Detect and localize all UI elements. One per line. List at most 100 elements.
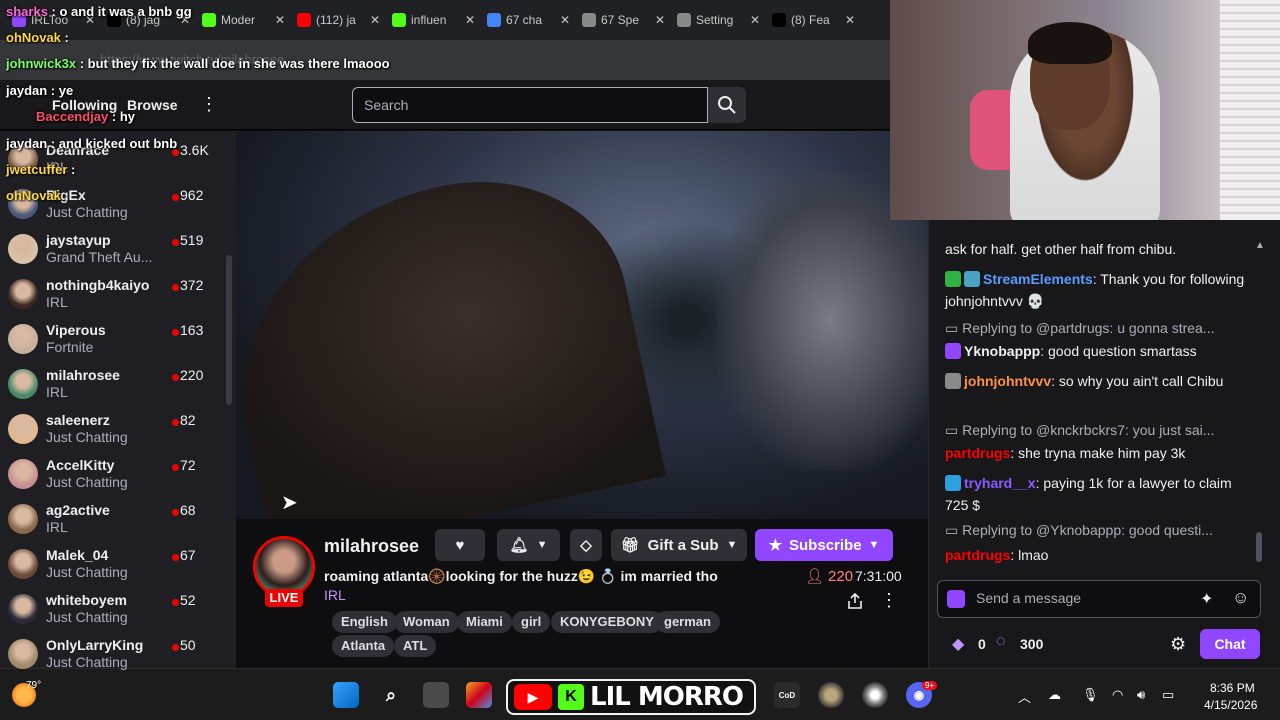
channel-points-icon[interactable]: ◌: [996, 633, 1006, 651]
chat-username[interactable]: StreamElements: [983, 271, 1093, 287]
emote-picker-icon[interactable]: ☺: [1232, 588, 1249, 608]
browser-tab[interactable]: influen ✕: [386, 4, 481, 36]
chat-username[interactable]: partdrugs: [945, 445, 1010, 461]
chat-scroll-up-icon[interactable]: ▲: [1255, 240, 1265, 251]
overlay-chat-user: jaydan: [6, 136, 48, 151]
subscribe-label: Subscribe: [789, 536, 862, 554]
browser-tab[interactable]: 67 cha ✕: [481, 4, 576, 36]
browser-tab[interactable]: (8) Fea ✕: [766, 4, 861, 36]
sidebar-channel-item[interactable]: Malek_04 Just Chatting 67: [0, 544, 224, 589]
close-icon[interactable]: ✕: [560, 13, 570, 27]
volume-icon[interactable]: 🔊︎: [1137, 687, 1145, 703]
sidebar-channel-item[interactable]: AccelKitty Just Chatting 72: [0, 454, 224, 499]
stream-tag[interactable]: English: [332, 611, 397, 633]
chat-username[interactable]: johnjohntvvv: [964, 373, 1051, 389]
task-view-icon[interactable]: [423, 682, 449, 708]
share-icon[interactable]: [846, 592, 864, 613]
chat-username[interactable]: Yknobappp: [964, 343, 1040, 359]
sidebar-channel-item[interactable]: milahrosee IRL 220: [0, 364, 224, 409]
lil-morro-text: LIL MORRO: [590, 682, 744, 712]
more-options-icon[interactable]: ⋮: [880, 590, 898, 611]
chat-reply-header[interactable]: ▭ Replying to @knckrbckrs7: you just sai…: [945, 422, 1245, 439]
battery-icon[interactable]: ▭: [1162, 687, 1174, 703]
live-badge: LIVE: [265, 589, 303, 607]
chat-reply-header[interactable]: ▭ Replying to @partdrugs: u gonna strea.…: [945, 320, 1245, 337]
sidebar-channel-item[interactable]: whiteboyem Just Chatting 52: [0, 589, 224, 634]
sidebar-channel-item[interactable]: Viperous Fortnite 163: [0, 319, 224, 364]
obs-icon[interactable]: [862, 682, 888, 708]
copilot-icon[interactable]: [466, 682, 492, 708]
live-dot-icon: [172, 464, 179, 471]
notifications-button[interactable]: 🔔︎ ▼: [497, 529, 560, 561]
browser-tab[interactable]: 67 Spe ✕: [576, 4, 671, 36]
chat-reply-header[interactable]: ▭ Replying to @Yknobappp: good questi...: [945, 522, 1245, 539]
close-icon[interactable]: ✕: [845, 13, 855, 27]
stream-tag[interactable]: Woman: [394, 611, 459, 633]
follow-button[interactable]: ♥: [435, 529, 485, 561]
sidebar-channel-item[interactable]: jaystayup Grand Theft Au... 519: [0, 229, 224, 274]
channel-name: Viperous: [46, 322, 106, 338]
gift-sub-button[interactable]: 🎁︎ Gift a Sub ▼: [611, 529, 747, 561]
chat-username[interactable]: partdrugs: [945, 547, 1010, 563]
channel-name: whiteboyem: [46, 592, 127, 608]
taskbar-search-icon[interactable]: ⌕: [378, 682, 404, 708]
sidebar-channel-item[interactable]: ag2active IRL 68: [0, 499, 224, 544]
browser-tab[interactable]: (112) ja ✕: [291, 4, 386, 36]
clock-date[interactable]: 4/15/2026: [1204, 698, 1257, 712]
bits-icon[interactable]: ✦: [1200, 589, 1213, 609]
chat-send-button[interactable]: Chat: [1200, 629, 1260, 659]
chat-scrollbar[interactable]: [1256, 532, 1262, 562]
close-icon[interactable]: ✕: [465, 13, 475, 27]
close-icon[interactable]: ✕: [750, 13, 760, 27]
stream-tag[interactable]: Atlanta: [332, 635, 395, 657]
channel-name: ag2active: [46, 502, 110, 518]
call-of-duty-icon[interactable]: CoD: [774, 682, 800, 708]
gift-sub-label: Gift a Sub: [647, 536, 719, 554]
stream-tag[interactable]: german: [655, 611, 720, 633]
chat-identity-icon[interactable]: [947, 590, 965, 608]
browser-tab[interactable]: Setting ✕: [671, 4, 766, 36]
stream-tag[interactable]: ATL: [394, 635, 437, 657]
chat-badge-icon: [945, 373, 961, 389]
stream-tag[interactable]: girl: [512, 611, 551, 633]
sidebar-scrollbar[interactable]: [226, 255, 232, 405]
overlay-chat-user: ohNovak: [6, 188, 61, 203]
close-icon[interactable]: ✕: [655, 13, 665, 27]
more-vertical-icon[interactable]: ⋮: [200, 94, 218, 115]
chat-input-placeholder[interactable]: Send a message: [976, 590, 1081, 606]
search-input[interactable]: Search: [352, 87, 708, 123]
sidebar-channel-item[interactable]: OnlyLarryKing Just Chatting 50: [0, 634, 224, 679]
chat-text: : so why you ain't call Chibu: [1051, 373, 1224, 389]
search-button[interactable]: [708, 87, 746, 123]
app-badge-icon[interactable]: [818, 682, 844, 708]
chat-message: tryhard__x: paying 1k for a lawyer to cl…: [945, 472, 1245, 516]
sidebar-channel-item[interactable]: nothingb4kaiyo IRL 372: [0, 274, 224, 319]
close-icon[interactable]: ✕: [275, 13, 285, 27]
chevron-down-icon: ▼: [726, 539, 738, 551]
tray-app-icon[interactable]: ☁: [1048, 687, 1061, 703]
close-icon[interactable]: ✕: [370, 13, 380, 27]
tray-overflow-chevron-icon[interactable]: ︿: [1018, 687, 1031, 706]
stream-tag[interactable]: Miami: [457, 611, 512, 633]
chat-username[interactable]: tryhard__x: [964, 475, 1036, 491]
microphone-icon[interactable]: 🎙︎: [1082, 687, 1099, 703]
chat-settings-gear-icon[interactable]: ⚙: [1170, 634, 1186, 655]
overlay-chat-text: : but they fix the wall doe in she was t…: [76, 56, 390, 71]
clock-time[interactable]: 8:36 PM: [1210, 681, 1255, 695]
bell-icon: 🔔︎: [509, 537, 529, 554]
windows-start-icon[interactable]: [333, 682, 359, 708]
stream-category[interactable]: IRL: [324, 587, 346, 603]
wifi-icon[interactable]: ◠: [1112, 687, 1123, 703]
video-player[interactable]: [236, 131, 928, 519]
kick-logo-icon: K: [558, 684, 584, 710]
live-dot-icon: [172, 644, 179, 651]
prime-button[interactable]: ◇: [570, 529, 602, 561]
channel-name[interactable]: milahrosee: [324, 536, 419, 557]
browser-tab[interactable]: Moder ✕: [196, 4, 291, 36]
sidebar-channel-item[interactable]: saleenerz Just Chatting 82: [0, 409, 224, 454]
stream-tag[interactable]: KONYGEBONY: [551, 611, 663, 633]
channel-category: Just Chatting: [46, 429, 128, 445]
bits-balance-icon[interactable]: ◆: [952, 634, 964, 654]
channel-name: milahrosee: [46, 367, 120, 383]
subscribe-button[interactable]: ★ Subscribe ▼: [755, 529, 893, 561]
